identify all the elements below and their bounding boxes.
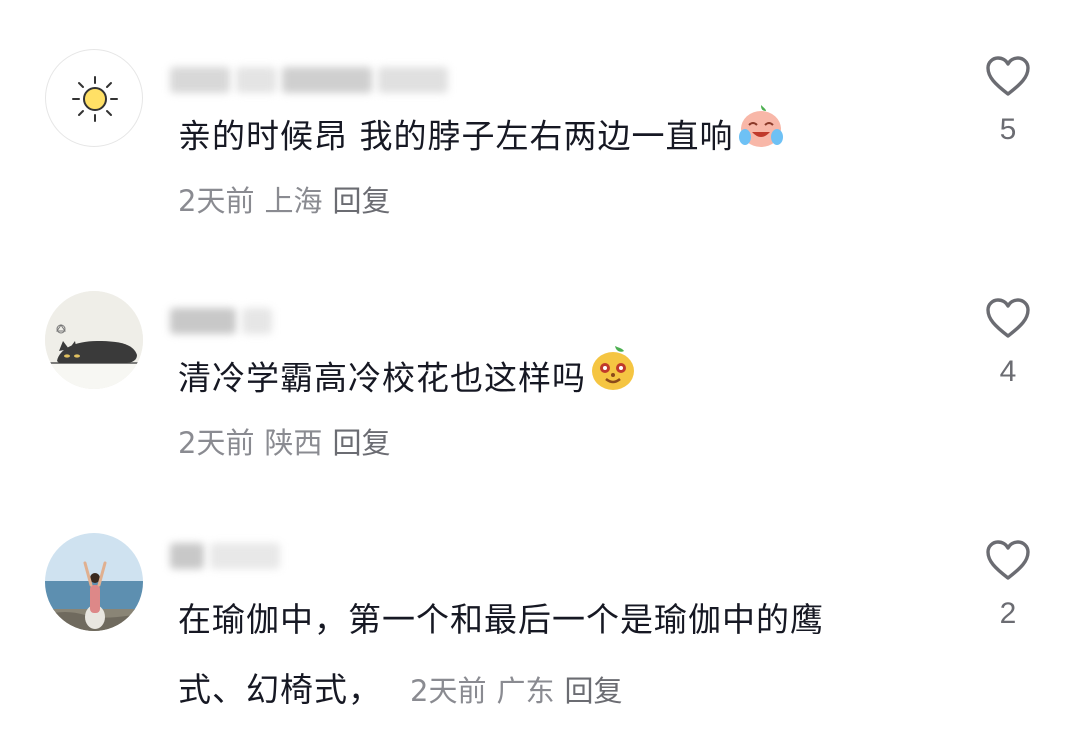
sleeping-cat-avatar-icon xyxy=(45,291,143,389)
avatar[interactable] xyxy=(45,291,143,389)
comment-text: 在瑜伽中，第一个和最后一个是瑜伽中的鹰 式、幻椅式， 2天前 广东 回复 xyxy=(178,585,910,726)
location: 广东 xyxy=(496,674,555,708)
location: 上海 xyxy=(264,184,323,218)
comment-text-content: 亲的时候昂 我的脖子左右两边一直响 xyxy=(178,116,734,156)
like-count: 5 xyxy=(999,113,1017,146)
comment-text-line-2-content: 式、幻椅式， xyxy=(178,670,382,709)
yoga-seaside-avatar-icon xyxy=(45,533,143,631)
comment-meta: 2天前 广东 回复 xyxy=(410,674,632,708)
like-button[interactable]: 5 xyxy=(983,55,1033,147)
reply-button[interactable]: 回复 xyxy=(564,674,622,708)
like-button[interactable]: 4 xyxy=(983,297,1033,389)
username-redacted[interactable] xyxy=(170,66,448,94)
avatar[interactable] xyxy=(45,49,143,147)
heart-outline-icon xyxy=(986,56,1030,96)
timestamp: 2天前 xyxy=(178,184,255,218)
crying-laughing-emoji-icon xyxy=(736,101,786,175)
username-redacted[interactable] xyxy=(170,542,280,570)
reply-button[interactable]: 回复 xyxy=(332,184,390,218)
heart-outline-icon xyxy=(986,298,1030,338)
heart-outline-icon xyxy=(986,540,1030,580)
sun-icon xyxy=(72,76,118,122)
comment-text: 亲的时候昂 我的脖子左右两边一直响 xyxy=(178,101,910,175)
comment-meta: 2天前 陕西 回复 xyxy=(178,420,400,462)
reply-button[interactable]: 回复 xyxy=(332,426,390,460)
like-count: 2 xyxy=(999,597,1017,630)
comment-meta: 2天前 上海 回复 xyxy=(178,178,400,220)
comment-text: 清冷学霸高冷校花也这样吗 xyxy=(178,343,910,417)
cheeky-mascot-emoji-icon xyxy=(588,343,638,417)
comment-text-line-1: 在瑜伽中，第一个和最后一个是瑜伽中的鹰 xyxy=(178,600,824,639)
like-count: 4 xyxy=(999,355,1017,388)
timestamp: 2天前 xyxy=(178,426,255,460)
avatar[interactable] xyxy=(45,533,143,631)
location: 陕西 xyxy=(264,426,323,460)
comment-text-line-2: 式、幻椅式， 2天前 广东 回复 xyxy=(178,655,910,726)
like-button[interactable]: 2 xyxy=(983,539,1033,631)
username-redacted[interactable] xyxy=(170,307,272,335)
comment-text-content: 清冷学霸高冷校花也这样吗 xyxy=(178,358,586,398)
timestamp: 2天前 xyxy=(410,674,487,708)
